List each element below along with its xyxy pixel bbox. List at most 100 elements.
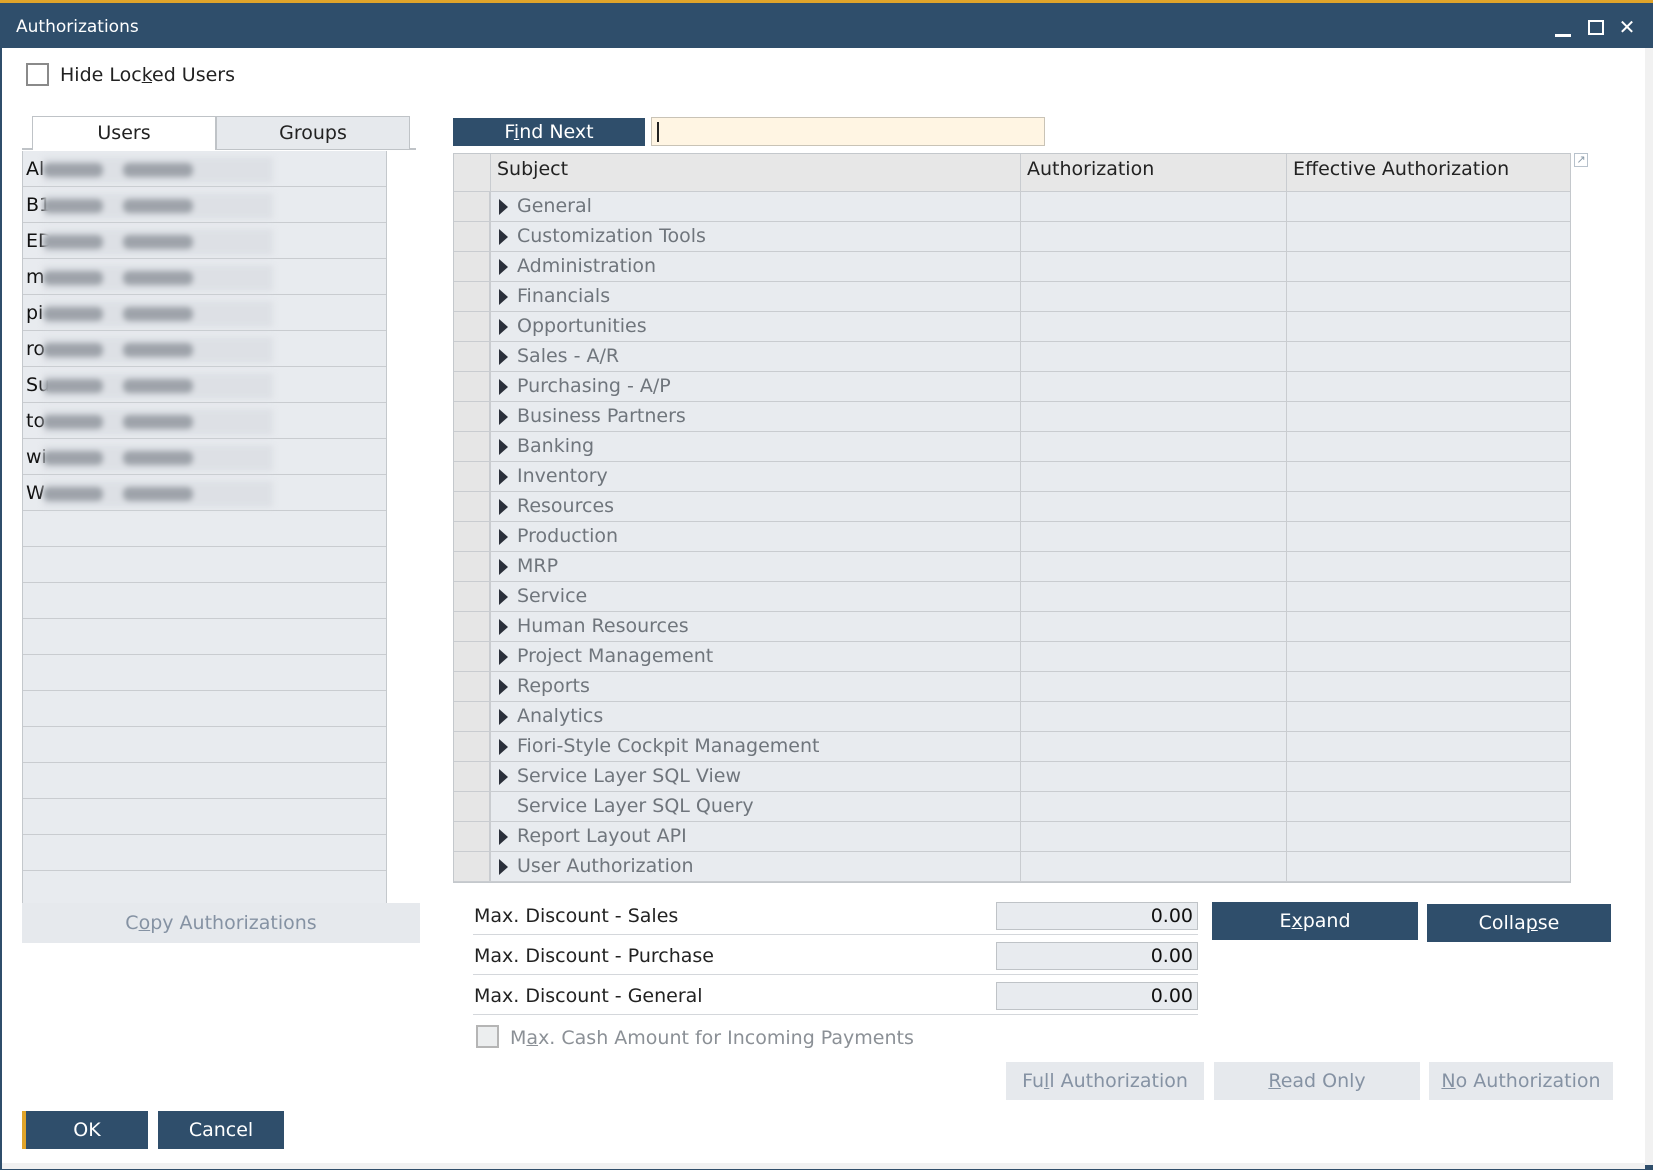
grid-row[interactable]: Sales - A/R: [454, 342, 1570, 372]
authorization-cell[interactable]: [1020, 732, 1286, 762]
expand-arrow-icon[interactable]: [499, 679, 508, 695]
user-row[interactable]: Su: [23, 367, 386, 403]
authorization-cell[interactable]: [1020, 312, 1286, 342]
authorization-cell[interactable]: [1020, 492, 1286, 522]
authorization-cell[interactable]: [1020, 432, 1286, 462]
close-icon[interactable]: ✕: [1614, 14, 1640, 40]
empty-user-row[interactable]: [23, 727, 386, 763]
maximize-icon[interactable]: [1583, 14, 1609, 40]
empty-user-row[interactable]: [23, 763, 386, 799]
copy-authorizations-button[interactable]: Copy Authorizations: [22, 903, 420, 943]
expand-arrow-icon[interactable]: [499, 829, 508, 845]
column-header-subject[interactable]: Subject: [490, 154, 1020, 192]
grid-row[interactable]: Resources: [454, 492, 1570, 522]
grid-row[interactable]: Reports: [454, 672, 1570, 702]
empty-user-row[interactable]: [23, 691, 386, 727]
grid-row[interactable]: MRP: [454, 552, 1570, 582]
authorization-cell[interactable]: [1020, 252, 1286, 282]
expand-arrow-icon[interactable]: [499, 229, 508, 245]
grid-row[interactable]: Project Management: [454, 642, 1570, 672]
empty-user-row[interactable]: [23, 619, 386, 655]
discount-input[interactable]: 0.00: [996, 902, 1198, 930]
authorization-cell[interactable]: [1020, 792, 1286, 822]
authorization-cell[interactable]: [1020, 462, 1286, 492]
authorization-cell[interactable]: [1020, 582, 1286, 612]
expand-arrow-icon[interactable]: [499, 709, 508, 725]
max-cash-checkbox[interactable]: [476, 1025, 499, 1048]
minimize-icon[interactable]: [1550, 14, 1576, 40]
grid-row[interactable]: Report Layout API: [454, 822, 1570, 852]
expand-arrow-icon[interactable]: [499, 259, 508, 275]
authorization-cell[interactable]: [1020, 702, 1286, 732]
user-row[interactable]: ro: [23, 331, 386, 367]
authorization-cell[interactable]: [1020, 192, 1286, 222]
tab-groups[interactable]: Groups: [216, 116, 410, 150]
column-header-effective-authorization[interactable]: Effective Authorization: [1286, 154, 1570, 192]
empty-user-row[interactable]: [23, 835, 386, 871]
empty-user-row[interactable]: [23, 583, 386, 619]
discount-input[interactable]: 0.00: [996, 982, 1198, 1010]
expand-arrow-icon[interactable]: [499, 739, 508, 755]
hide-locked-users-checkbox[interactable]: [26, 63, 49, 86]
user-row[interactable]: Al: [23, 151, 386, 187]
find-input[interactable]: [651, 117, 1045, 146]
grid-row[interactable]: Customization Tools: [454, 222, 1570, 252]
cancel-button[interactable]: Cancel: [158, 1111, 284, 1149]
grid-row[interactable]: Purchasing - A/P: [454, 372, 1570, 402]
grid-row[interactable]: User Authorization: [454, 852, 1570, 882]
authorization-cell[interactable]: [1020, 402, 1286, 432]
no-authorization-button[interactable]: No Authorization: [1429, 1062, 1613, 1100]
authorization-cell[interactable]: [1020, 642, 1286, 672]
expand-arrow-icon[interactable]: [499, 289, 508, 305]
grid-row[interactable]: Analytics: [454, 702, 1570, 732]
expand-arrow-icon[interactable]: [499, 589, 508, 605]
column-header-authorization[interactable]: Authorization: [1020, 154, 1286, 192]
tab-users[interactable]: Users: [32, 116, 216, 150]
user-row[interactable]: W: [23, 475, 386, 511]
expand-arrow-icon[interactable]: [499, 619, 508, 635]
empty-user-row[interactable]: [23, 871, 386, 907]
authorization-cell[interactable]: [1020, 852, 1286, 882]
expand-arrow-icon[interactable]: [499, 199, 508, 215]
grid-row[interactable]: Business Partners: [454, 402, 1570, 432]
user-row[interactable]: m: [23, 259, 386, 295]
grid-row[interactable]: Fiori-Style Cockpit Management: [454, 732, 1570, 762]
expand-arrow-icon[interactable]: [499, 559, 508, 575]
user-row[interactable]: B1: [23, 187, 386, 223]
authorization-cell[interactable]: [1020, 222, 1286, 252]
grid-row[interactable]: Banking: [454, 432, 1570, 462]
grid-row[interactable]: Opportunities: [454, 312, 1570, 342]
expand-arrow-icon[interactable]: [499, 319, 508, 335]
user-row[interactable]: to: [23, 403, 386, 439]
authorization-cell[interactable]: [1020, 822, 1286, 852]
expand-arrow-icon[interactable]: [499, 469, 508, 485]
authorization-cell[interactable]: [1020, 672, 1286, 702]
grid-row[interactable]: Human Resources: [454, 612, 1570, 642]
empty-user-row[interactable]: [23, 799, 386, 835]
authorization-cell[interactable]: [1020, 342, 1286, 372]
user-row[interactable]: ED: [23, 223, 386, 259]
authorization-cell[interactable]: [1020, 522, 1286, 552]
collapse-button[interactable]: Collapse: [1427, 904, 1611, 942]
user-row[interactable]: wi: [23, 439, 386, 475]
grid-row[interactable]: Service: [454, 582, 1570, 612]
grid-row[interactable]: Financials: [454, 282, 1570, 312]
grid-row[interactable]: Service Layer SQL View: [454, 762, 1570, 792]
expand-arrow-icon[interactable]: [499, 409, 508, 425]
empty-user-row[interactable]: [23, 547, 386, 583]
authorization-cell[interactable]: [1020, 282, 1286, 312]
empty-user-row[interactable]: [23, 511, 386, 547]
authorization-cell[interactable]: [1020, 762, 1286, 792]
user-row[interactable]: pi: [23, 295, 386, 331]
ok-button[interactable]: OK: [22, 1111, 148, 1149]
grid-row[interactable]: General: [454, 192, 1570, 222]
empty-user-row[interactable]: [23, 655, 386, 691]
grid-row[interactable]: Production: [454, 522, 1570, 552]
find-next-button[interactable]: Find Next: [453, 118, 645, 146]
grid-row[interactable]: Administration: [454, 252, 1570, 282]
authorization-cell[interactable]: [1020, 372, 1286, 402]
authorization-cell[interactable]: [1020, 612, 1286, 642]
hide-locked-users-label[interactable]: Hide Locked Users: [60, 64, 235, 86]
expand-arrow-icon[interactable]: [499, 439, 508, 455]
users-list[interactable]: Al B1 ED m pi ro Su to wi W: [22, 151, 387, 943]
